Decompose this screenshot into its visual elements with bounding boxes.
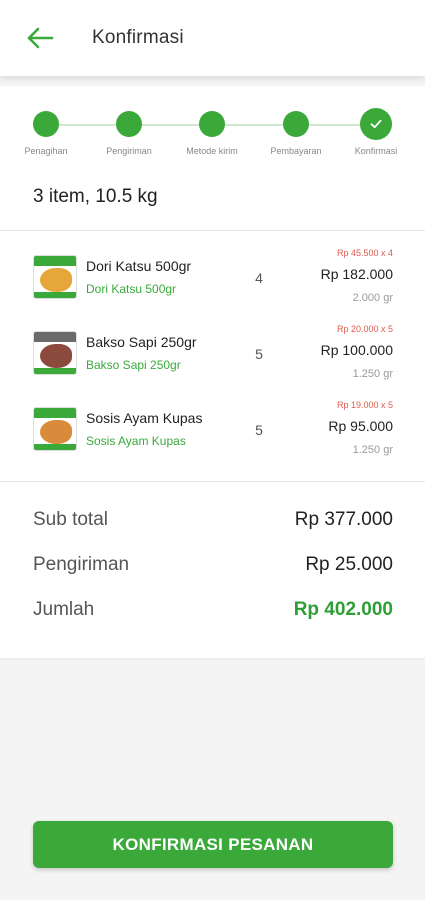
item-price: Rp 95.000 <box>328 418 393 434</box>
grand-total-row: Jumlah Rp 402.000 <box>33 596 393 624</box>
step-label: Konfirmasi <box>354 146 398 156</box>
divider <box>0 481 425 482</box>
product-thumbnail <box>33 255 77 299</box>
subtotal-label: Sub total <box>33 509 108 530</box>
step-dot-current <box>360 108 392 140</box>
order-summary-count: 3 item, 10.5 kg <box>33 186 158 207</box>
item-unit-price: Rp 19.000 x 5 <box>336 400 393 410</box>
item-unit-price: Rp 45.500 x 4 <box>336 248 393 258</box>
item-subtitle: Sosis Ayam Kupas <box>86 434 186 448</box>
step-label: Pembayaran <box>270 146 322 156</box>
check-icon <box>370 119 382 129</box>
shipping-label: Pengiriman <box>33 554 130 575</box>
item-subtitle: Bakso Sapi 250gr <box>86 358 181 372</box>
checkout-stepper: Penagihan Pengiriman Metode kirim Pembay… <box>0 106 425 176</box>
item-quantity: 5 <box>255 346 263 362</box>
item-weight: 1.250 gr <box>352 368 393 380</box>
product-thumbnail <box>33 331 77 375</box>
item-subtitle: Dori Katsu 500gr <box>86 282 177 296</box>
step-konfirmasi[interactable]: Konfirmasi <box>336 108 416 156</box>
item-price: Rp 182.000 <box>320 266 393 282</box>
app-bar: Konfirmasi <box>0 0 425 76</box>
step-pengiriman[interactable]: Pengiriman <box>89 111 169 156</box>
step-dot <box>283 111 309 137</box>
item-weight: 1.250 gr <box>352 444 393 456</box>
shipping-row: Pengiriman Rp 25.000 <box>33 551 393 579</box>
confirm-order-button[interactable]: KONFIRMASI PESANAN <box>33 821 393 868</box>
subtotal-value: Rp 377.000 <box>294 509 393 530</box>
step-dot <box>33 111 59 137</box>
back-button[interactable] <box>20 0 60 76</box>
item-name: Sosis Ayam Kupas <box>86 410 203 426</box>
step-dot <box>199 111 225 137</box>
step-metode-kirim[interactable]: Metode kirim <box>172 111 252 156</box>
item-price: Rp 100.000 <box>320 342 393 358</box>
item-quantity: 5 <box>255 422 263 438</box>
cart-item[interactable]: Bakso Sapi 250gr Bakso Sapi 250gr 5 Rp 2… <box>0 324 425 384</box>
page-title: Konfirmasi <box>92 27 184 48</box>
subtotal-row: Sub total Rp 377.000 <box>33 506 393 534</box>
step-pembayaran[interactable]: Pembayaran <box>256 111 336 156</box>
item-quantity: 4 <box>255 270 263 286</box>
arrow-left-icon <box>27 27 54 49</box>
product-thumbnail <box>33 407 77 451</box>
item-unit-price: Rp 20.000 x 5 <box>336 324 393 334</box>
step-label: Pengiriman <box>106 146 152 156</box>
step-dot <box>116 111 142 137</box>
grand-total-label: Jumlah <box>33 599 95 620</box>
step-label: Metode kirim <box>186 146 238 156</box>
divider <box>0 230 425 231</box>
item-name: Dori Katsu 500gr <box>86 258 192 274</box>
grand-total-value: Rp 402.000 <box>293 599 393 620</box>
item-name: Bakso Sapi 250gr <box>86 334 197 350</box>
cart-item[interactable]: Sosis Ayam Kupas Sosis Ayam Kupas 5 Rp 1… <box>0 400 425 460</box>
item-weight: 2.000 gr <box>352 292 393 304</box>
step-penagihan[interactable]: Penagihan <box>6 111 86 156</box>
shipping-value: Rp 25.000 <box>305 554 393 575</box>
step-label: Penagihan <box>24 146 68 156</box>
cart-item[interactable]: Dori Katsu 500gr Dori Katsu 500gr 4 Rp 4… <box>0 248 425 308</box>
order-summary-card: Penagihan Pengiriman Metode kirim Pembay… <box>0 86 425 658</box>
